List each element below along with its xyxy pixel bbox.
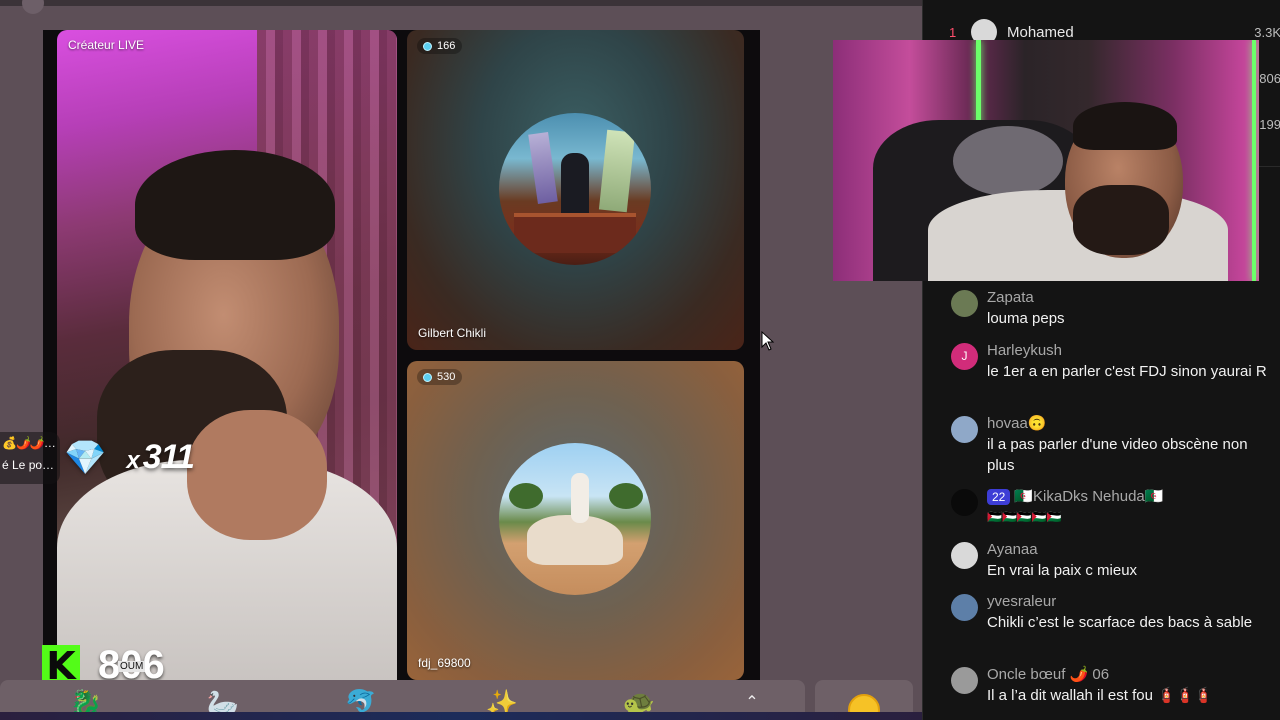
chat-username[interactable]: Ayanaa [987,540,1271,560]
viewer-count: 530 [437,371,456,383]
guest-avatar[interactable] [499,443,651,595]
chat-message[interactable]: 22 🇩🇿KikaDks Nehuda🇩🇿 🇵🇸🇵🇸🇵🇸🇵🇸🇵🇸 [951,487,1271,528]
guest-tile-1[interactable]: 166 Gilbert Chikli [407,30,744,350]
gift-combo-value: 311 [142,438,195,476]
chat-message[interactable]: yvesraleur Chikli c’est le scarface des … [951,592,1271,633]
chat-username[interactable]: yvesraleur [987,592,1271,612]
leaderboard-score: 3.3K [1254,24,1280,40]
bottom-bar [0,712,922,720]
streamer-webcam [833,40,1259,281]
chat-message[interactable]: Zapata louma peps [951,288,1271,329]
host-video-tile[interactable] [57,30,397,680]
viewer-count-badge: 166 [417,38,463,54]
host-hand [187,410,327,540]
leaderboard-name: Mohamed [1007,23,1074,41]
host-label: Créateur LIVE [68,38,145,52]
chat-text: Il a l’a dit wallah il est fou 🧯🧯🧯 [987,687,1214,704]
avatar [951,594,978,621]
chat-message[interactable]: hovaa🙃 il a pas parler d'une video obscè… [951,414,1271,476]
neon-light [1252,40,1256,281]
avatar [951,667,978,694]
chat-username[interactable]: Zapata [987,288,1271,308]
chat-username[interactable]: 🇩🇿KikaDks Nehuda🇩🇿 [1014,487,1163,507]
live-stage: Créateur LIVE 166 Gilbert Chikli 530 fdj… [0,0,922,720]
camel-image [527,515,623,565]
guest-name[interactable]: Gilbert Chikli [418,326,486,340]
palm-image [609,483,643,509]
chat-username[interactable]: Harleykush [987,341,1271,361]
streamer-beard [1073,185,1169,255]
chat-username[interactable]: hovaa🙃 [987,414,1271,434]
avatar [951,542,978,569]
chat-text: Chikli c’est le scarface des bacs à sabl… [987,614,1253,631]
host-hair [135,150,335,260]
fur-cushion [953,126,1063,196]
viewer-dot-icon [423,372,432,382]
money-image [598,129,636,213]
chat-text: louma peps [987,310,1065,327]
chat-username[interactable]: Oncle bœuf 🌶️ 06 [987,665,1271,685]
leaderboard-score: 199 [1259,116,1280,132]
viewer-dot-icon [423,41,432,51]
chat-message[interactable]: Ayanaa En vrai la paix c mieux [951,540,1271,581]
kick-sublabel: OUM [118,661,146,672]
chat-message[interactable]: J Harleykush le 1er a en parler c'est FD… [951,341,1271,382]
guest-name[interactable]: fdj_69800 [418,656,471,670]
diamond-icon: 💎 [64,438,107,477]
chat-text: le 1er a en parler c'est FDJ sinon yaura… [987,363,1267,380]
leaderboard-rank: 1 [949,24,957,40]
chat-text: En vrai la paix c mieux [987,562,1138,579]
guest-tile-2[interactable]: 530 fdj_69800 [407,361,744,680]
avatar [951,290,978,317]
top-strip [0,0,922,6]
palm-image [509,483,543,509]
gift-notification[interactable]: 💰🌶️🌶️… é Le po… [0,432,60,484]
streamer-hair [1073,102,1177,150]
flag-image [528,131,558,205]
guest-avatar[interactable] [499,113,651,265]
avatar [951,416,978,443]
menu-dot-icon[interactable] [22,0,44,14]
rider-image [571,473,589,523]
avatar [951,489,978,516]
avatar: J [951,343,978,370]
chat-user-line[interactable]: 22 🇩🇿KikaDks Nehuda🇩🇿 [987,487,1271,507]
desk-image [514,213,636,253]
viewer-count-badge: 530 [417,369,463,385]
chat-text: 🇵🇸🇵🇸🇵🇸🇵🇸🇵🇸 [987,510,1062,524]
chat-message[interactable]: Oncle bœuf 🌶️ 06 Il a l’a dit wallah il … [951,665,1271,706]
gift-notification-text: é Le po… [2,458,55,472]
gift-combo: 💎 x 311 [64,438,195,477]
chat-text: il a pas parler d'une video obscène non … [987,436,1248,474]
viewer-count: 166 [437,40,456,52]
gift-multiplier: x [126,447,139,474]
gift-notification-emojis: 💰🌶️🌶️… [2,436,56,450]
subscriber-badge: 22 [987,489,1011,505]
gift-combo-count: x 311 [126,438,195,477]
leaderboard-score: 806 [1259,70,1280,86]
